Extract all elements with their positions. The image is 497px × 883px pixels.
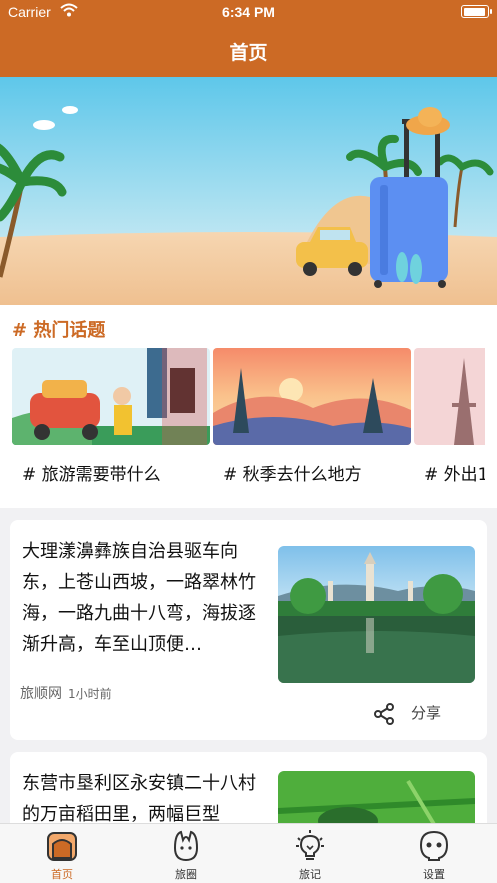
tab-settings[interactable]: 设置 <box>372 824 496 883</box>
hot-topics-title: # 热门话题 <box>12 320 106 341</box>
home-icon <box>47 832 77 861</box>
beach-suitcase-illustration <box>0 77 497 305</box>
app-screen: Carrier 6:34 PM 首页 # 热门话题 # 旅游需要带什么 # 秋季… <box>0 0 497 883</box>
tab-label: 旅记 <box>299 868 321 881</box>
tab-notes[interactable]: 旅记 <box>248 824 372 883</box>
circle-icon <box>173 830 199 862</box>
battery-fill <box>463 7 485 16</box>
battery-icon <box>461 5 492 18</box>
hot-topics-section: # 热门话题 # 旅游需要带什么 # 秋季去什么地方 # 外出1 <box>0 305 497 508</box>
page-title: 首页 <box>229 42 268 64</box>
tab-circle[interactable]: 旅圈 <box>124 824 248 883</box>
settings-face-icon <box>419 830 449 861</box>
bulb-icon <box>296 830 324 860</box>
topic-card[interactable]: # 秋季去什么地方 <box>213 348 411 498</box>
news-source: 旅顺网 1小时前 <box>20 683 112 703</box>
tab-home[interactable]: 首页 <box>0 824 124 883</box>
tab-label: 设置 <box>423 868 445 881</box>
hot-topics-carousel[interactable]: # 旅游需要带什么 # 秋季去什么地方 # 外出1 <box>12 348 485 498</box>
topic-image <box>213 348 411 445</box>
status-time: 6:34 PM <box>222 4 275 20</box>
topic-label: # 秋季去什么地方 <box>223 465 362 485</box>
topic-label: # 外出1 <box>424 465 485 485</box>
topic-card[interactable]: # 旅游需要带什么 <box>12 348 210 498</box>
news-summary: 大理漾濞彝族自治县驱车向东，上苍山西坡，一路翠林竹海，一路九曲十八弯，海拔逐渐升… <box>22 541 256 655</box>
tab-label: 首页 <box>51 868 73 881</box>
topic-label: # 旅游需要带什么 <box>22 465 161 485</box>
tab-label: 旅圈 <box>175 868 197 881</box>
share-icon <box>374 703 394 725</box>
news-thumbnail <box>278 546 475 683</box>
news-source-name: 旅顺网 <box>20 686 62 702</box>
top-bar: Carrier 6:34 PM 首页 <box>0 0 497 77</box>
news-card[interactable]: 大理漾濞彝族自治县驱车向东，上苍山西坡，一路翠林竹海，一路九曲十八弯，海拔逐渐升… <box>10 520 487 740</box>
topic-card[interactable]: # 外出1 <box>414 348 485 498</box>
topic-image <box>414 348 485 445</box>
banner-image[interactable] <box>0 77 497 305</box>
status-bar: Carrier 6:34 PM <box>0 0 497 26</box>
news-time: 1小时前 <box>68 687 112 701</box>
news-summary: 东营市垦利区永安镇二十八村的万亩稻田里，两幅巨型 <box>22 773 256 825</box>
topic-image <box>12 348 210 445</box>
tab-bar: 首页 旅圈 旅记 设置 <box>0 823 497 883</box>
share-button[interactable]: 分享 <box>370 701 470 725</box>
share-label: 分享 <box>411 704 442 722</box>
